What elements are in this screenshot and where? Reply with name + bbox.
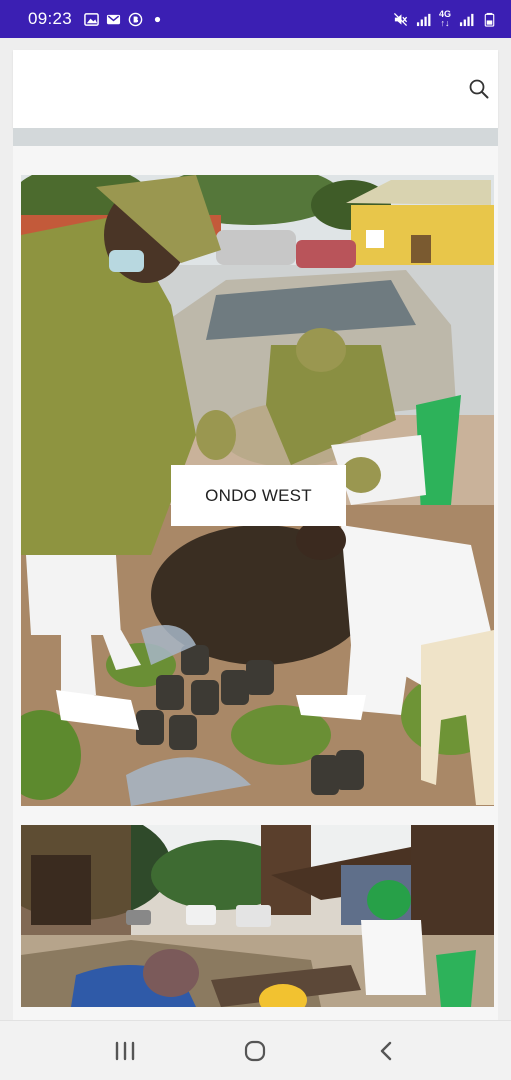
post-image-outdoor-workshop xyxy=(21,825,494,1007)
signal-strength-icon-1 xyxy=(416,13,431,26)
system-navigation-bar xyxy=(0,1020,511,1080)
b-app-notification-icon xyxy=(128,12,143,26)
recents-icon xyxy=(115,1041,135,1060)
battery-icon xyxy=(484,12,495,27)
recents-button[interactable] xyxy=(105,1031,145,1071)
back-icon xyxy=(380,1041,392,1060)
search-icon xyxy=(469,79,489,99)
app-page: ONDO WEST xyxy=(0,38,511,1020)
gmail-notification-icon xyxy=(106,14,121,24)
notification-icons xyxy=(84,12,165,27)
mute-icon xyxy=(393,12,408,26)
home-button[interactable] xyxy=(235,1031,275,1071)
header-divider xyxy=(13,128,498,146)
signal-strength-icon-2 xyxy=(459,13,474,26)
status-bar: 09:23 4G ↑↓ xyxy=(0,0,511,38)
system-status-icons: 4G ↑↓ xyxy=(393,10,497,28)
data-activity-label: ↑↓ xyxy=(440,18,450,28)
post-location-label: ONDO WEST xyxy=(171,465,346,526)
more-notifications-dot-icon xyxy=(154,16,161,22)
home-icon xyxy=(245,1040,266,1061)
app-header xyxy=(13,50,498,128)
status-time: 09:23 xyxy=(28,9,73,28)
back-button[interactable] xyxy=(366,1031,406,1071)
network-type: 4G ↑↓ xyxy=(439,10,451,28)
post-card[interactable]: ONDO WEST xyxy=(21,175,494,806)
gallery-notification-icon xyxy=(84,12,99,26)
search-button[interactable] xyxy=(464,74,494,104)
post-card[interactable] xyxy=(21,825,494,1007)
